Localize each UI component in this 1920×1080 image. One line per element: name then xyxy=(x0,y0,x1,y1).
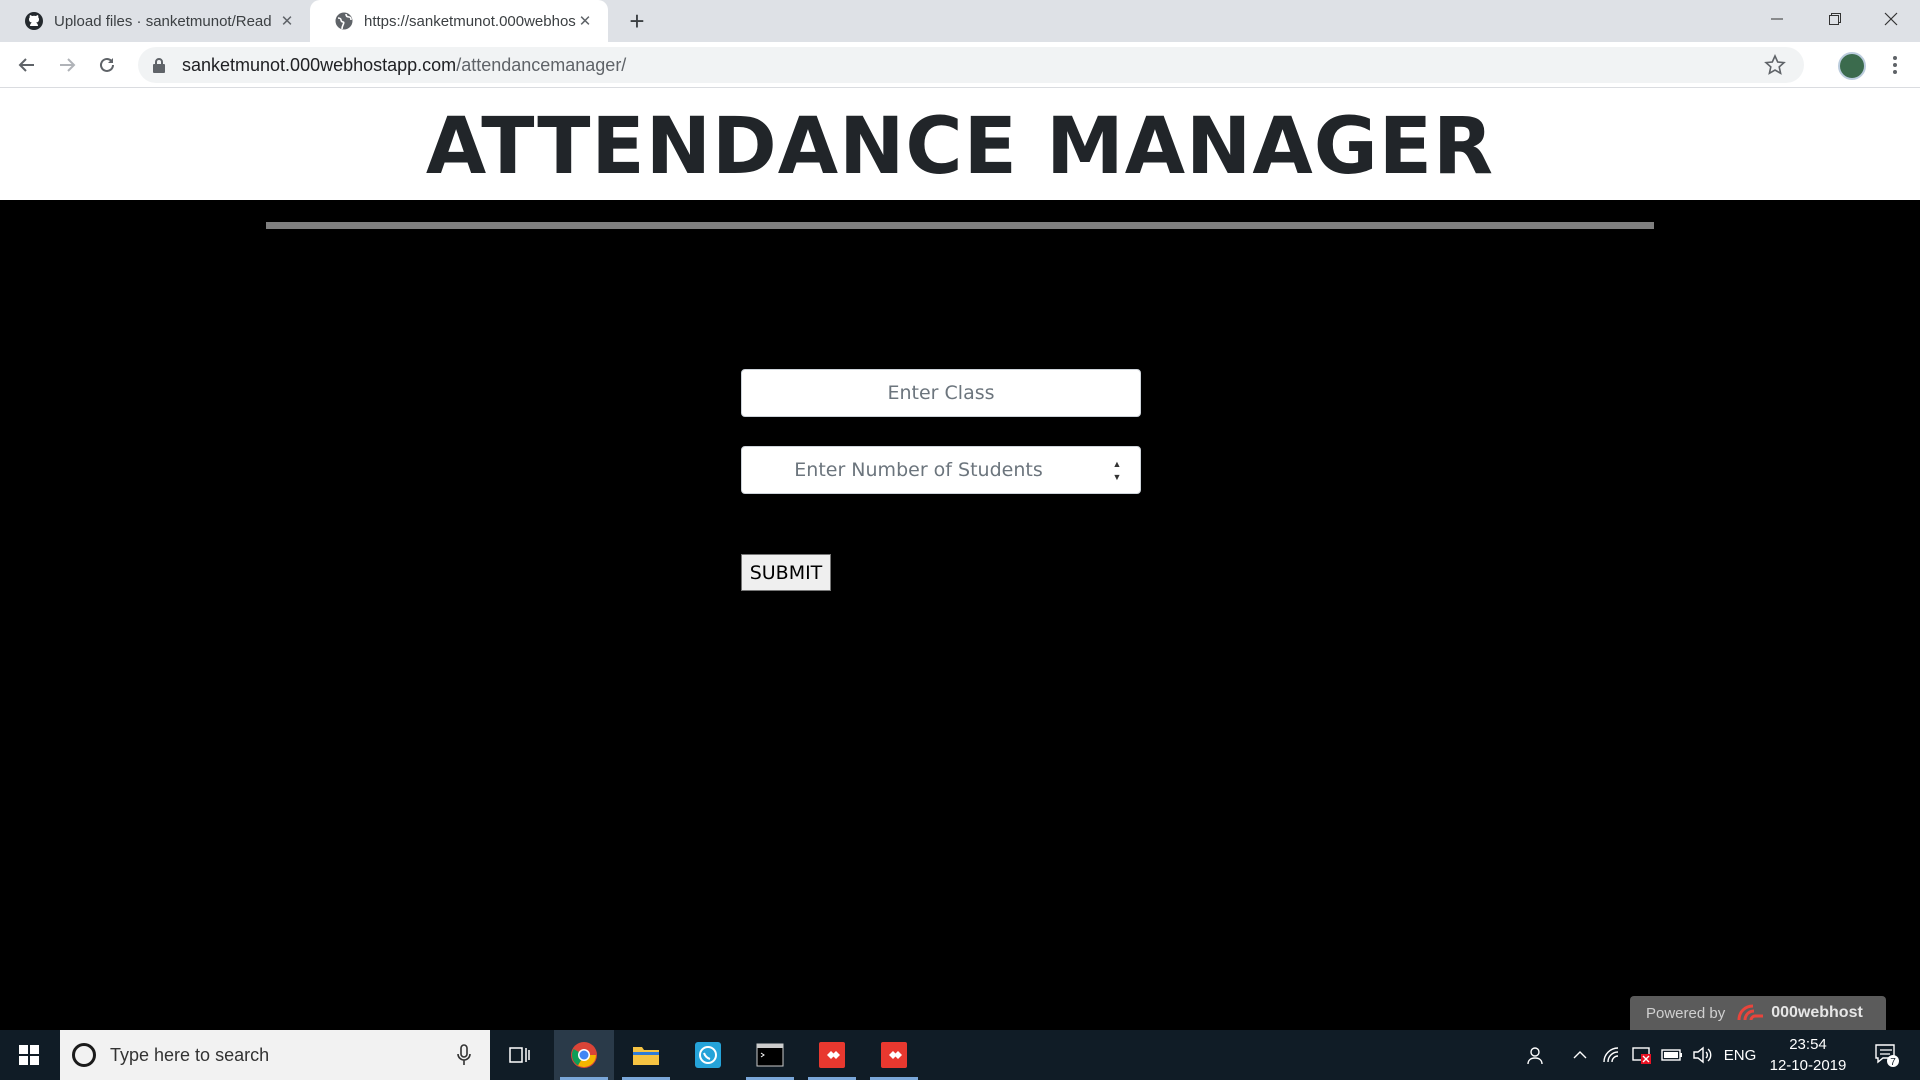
taskbar-whatsapp[interactable] xyxy=(678,1030,738,1080)
browser-tab-strip: Upload files · sanketmunot/Read ✕ https:… xyxy=(0,0,1920,42)
volume-tray[interactable] xyxy=(1688,1030,1716,1080)
lock-icon xyxy=(153,58,165,73)
tab-github-upload[interactable]: Upload files · sanketmunot/Read ✕ xyxy=(0,0,310,42)
system-clock[interactable]: 23:54 12-10-2019 xyxy=(1766,1034,1850,1076)
taskbar-chrome[interactable] xyxy=(554,1030,614,1080)
000webhost-logo-icon xyxy=(1737,1004,1764,1021)
globe-icon xyxy=(335,12,353,30)
windows-logo-icon xyxy=(19,1045,39,1065)
powered-by-label: Powered by xyxy=(1646,1004,1726,1022)
browser-toolbar: sanketmunot.000webhostapp.com/attendance… xyxy=(0,42,1920,88)
chevron-up-icon xyxy=(1573,1051,1587,1059)
url-host: sanketmunot.000webhostapp.com xyxy=(182,54,457,75)
class-field[interactable] xyxy=(741,369,1141,417)
profile-avatar[interactable] xyxy=(1838,52,1866,80)
spin-down-icon[interactable]: ▼ xyxy=(1110,472,1124,483)
tab-close-icon[interactable]: ✕ xyxy=(576,12,594,30)
close-icon xyxy=(1884,12,1898,26)
submit-button[interactable]: SUBMIT xyxy=(741,554,831,591)
forward-button[interactable] xyxy=(50,48,84,82)
github-icon xyxy=(25,12,43,30)
minimize-icon xyxy=(1771,18,1783,20)
whatsapp-icon xyxy=(695,1042,721,1068)
tab-attendance-manager[interactable]: https://sanketmunot.000webhost ✕ xyxy=(310,0,608,42)
windows-taskbar: Type here to search ENG 23:54 12-10-2019… xyxy=(0,1030,1920,1080)
taskbar-terminal[interactable] xyxy=(740,1030,800,1080)
restore-icon xyxy=(1829,13,1841,25)
notification-icon: 7 xyxy=(1875,1044,1899,1068)
powered-by-badge[interactable]: Powered by 000webhost xyxy=(1630,996,1886,1030)
taskbar-search[interactable]: Type here to search xyxy=(60,1030,490,1080)
class-input[interactable] xyxy=(742,370,1140,416)
arrow-left-icon xyxy=(18,58,34,72)
taskbar-search-placeholder: Type here to search xyxy=(110,1044,270,1065)
terminal-icon xyxy=(756,1043,784,1067)
security-tray[interactable] xyxy=(1628,1030,1656,1080)
notification-count: 7 xyxy=(1890,1057,1896,1068)
page-content: ATTENDANCE MANAGER ▲ ▼ SUBMIT Powered by… xyxy=(0,88,1920,1030)
taskbar-file-explorer[interactable] xyxy=(616,1030,676,1080)
start-button[interactable] xyxy=(0,1030,58,1080)
defender-icon xyxy=(1632,1047,1651,1064)
anydesk-icon xyxy=(881,1042,907,1068)
menu-kebab-icon[interactable] xyxy=(1880,50,1910,80)
clock-date: 12-10-2019 xyxy=(1769,1057,1847,1074)
network-tray[interactable] xyxy=(1598,1030,1626,1080)
new-tab-button[interactable]: + xyxy=(622,6,652,36)
people-icon xyxy=(1527,1047,1543,1065)
task-view-button[interactable] xyxy=(490,1030,550,1080)
restore-button[interactable] xyxy=(1806,0,1864,38)
chrome-icon xyxy=(571,1042,597,1068)
tab-title: Upload files · sanketmunot/Read xyxy=(54,12,272,30)
bookmark-star-icon[interactable] xyxy=(1764,54,1786,76)
language-indicator[interactable]: ENG xyxy=(1720,1030,1760,1080)
battery-tray[interactable] xyxy=(1658,1030,1686,1080)
divider xyxy=(266,222,1654,229)
reload-button[interactable] xyxy=(90,48,124,82)
folder-icon xyxy=(633,1047,659,1065)
header-band: ATTENDANCE MANAGER xyxy=(0,88,1920,200)
battery-icon xyxy=(1661,1049,1682,1061)
tab-close-icon[interactable]: ✕ xyxy=(278,12,296,30)
arrow-right-icon xyxy=(60,58,76,72)
microphone-icon[interactable] xyxy=(456,1043,472,1067)
reload-icon xyxy=(100,57,114,72)
students-field[interactable]: ▲ ▼ xyxy=(741,446,1141,494)
speaker-icon xyxy=(1693,1046,1712,1064)
powered-by-brand: 000webhost xyxy=(1771,1004,1863,1021)
cortana-icon xyxy=(72,1043,96,1067)
page-title: ATTENDANCE MANAGER xyxy=(425,102,1495,192)
task-view-icon xyxy=(509,1047,530,1063)
tab-title: https://sanketmunot.000webhost xyxy=(364,12,576,30)
close-window-button[interactable] xyxy=(1862,0,1920,38)
show-hidden-icons[interactable] xyxy=(1568,1030,1592,1080)
back-button[interactable] xyxy=(10,48,44,82)
people-button[interactable] xyxy=(1522,1030,1552,1080)
url-path: /attendancemanager/ xyxy=(456,54,627,75)
anydesk-icon xyxy=(819,1042,845,1068)
taskbar-app-red-1[interactable] xyxy=(802,1030,862,1080)
url-text: sanketmunot.000webhostapp.com/attendance… xyxy=(182,55,626,76)
minimize-button[interactable] xyxy=(1748,0,1806,38)
taskbar-app-red-2[interactable] xyxy=(864,1030,924,1080)
address-bar[interactable]: sanketmunot.000webhostapp.com/attendance… xyxy=(138,47,1804,83)
action-center-button[interactable]: 7 xyxy=(1862,1030,1912,1080)
students-input[interactable] xyxy=(742,447,1140,493)
number-spinner[interactable]: ▲ ▼ xyxy=(1110,459,1124,483)
clock-time: 23:54 xyxy=(1789,1036,1827,1053)
spin-up-icon[interactable]: ▲ xyxy=(1110,459,1124,470)
wifi-icon xyxy=(1603,1047,1619,1063)
